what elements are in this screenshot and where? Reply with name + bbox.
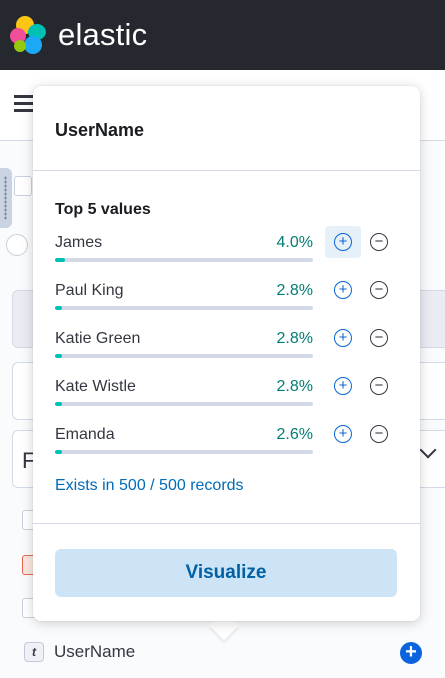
index-pattern-icon[interactable]: [14, 176, 32, 196]
value-row: Emanda 2.6% + −: [55, 425, 395, 466]
value-bar-fill: [55, 450, 62, 454]
value-name: Katie Green: [55, 330, 141, 347]
value-row: Paul King 2.8% + −: [55, 281, 395, 322]
exists-records-link[interactable]: Exists in 500 / 500 records: [55, 477, 244, 495]
elastic-logo-icon[interactable]: [10, 16, 48, 54]
filter-out-value-button[interactable]: −: [361, 226, 397, 258]
plus-circle-icon: +: [334, 329, 352, 347]
filter-icon[interactable]: [6, 234, 28, 256]
popover-title: UserName: [55, 120, 145, 140]
divider: [33, 170, 420, 171]
field-name: UserName: [54, 642, 136, 661]
value-percent: 4.0%: [276, 234, 313, 251]
header-bar: elastic: [0, 0, 445, 70]
field-details-popover: UserName Top 5 values James 4.0% + − Pau…: [33, 86, 420, 621]
filter-out-value-button[interactable]: −: [361, 274, 397, 306]
value-name: James: [55, 234, 103, 251]
divider: [33, 523, 420, 524]
field-list-item-username[interactable]: t UserName: [24, 641, 135, 663]
value-percent: 2.8%: [276, 282, 313, 299]
minus-circle-icon: −: [370, 329, 388, 347]
value-row: Katie Green 2.8% + −: [55, 329, 395, 370]
plus-circle-icon: +: [334, 377, 352, 395]
value-percent: 2.6%: [276, 426, 313, 443]
top-values-heading: Top 5 values: [55, 201, 151, 218]
value-bar: [55, 258, 313, 262]
value-bar-fill: [55, 354, 63, 358]
filter-out-value-button[interactable]: −: [361, 370, 397, 402]
menu-icon[interactable]: [14, 95, 34, 113]
filter-for-value-button[interactable]: +: [325, 226, 361, 258]
value-bar: [55, 354, 313, 358]
resize-handle[interactable]: [0, 168, 12, 228]
value-bar: [55, 402, 313, 406]
plus-circle-icon: +: [334, 425, 352, 443]
filter-for-value-button[interactable]: +: [325, 274, 361, 306]
filter-out-value-button[interactable]: −: [361, 322, 397, 354]
brand-name: elastic: [58, 17, 148, 52]
value-bar-fill: [55, 402, 63, 406]
plus-circle-icon: +: [334, 233, 352, 251]
value-row: Kate Wistle 2.8% + −: [55, 377, 395, 418]
value-bar-fill: [55, 306, 63, 310]
minus-circle-icon: −: [370, 281, 388, 299]
value-bar: [55, 306, 313, 310]
value-name: Kate Wistle: [55, 378, 136, 395]
plus-circle-icon: +: [334, 281, 352, 299]
minus-circle-icon: −: [370, 425, 388, 443]
value-bar: [55, 450, 313, 454]
filter-out-value-button[interactable]: −: [361, 418, 397, 450]
value-percent: 2.8%: [276, 330, 313, 347]
minus-circle-icon: −: [370, 377, 388, 395]
value-row: James 4.0% + −: [55, 226, 395, 274]
add-field-icon[interactable]: +: [400, 642, 422, 664]
filter-for-value-button[interactable]: +: [325, 370, 361, 402]
minus-circle-icon: −: [370, 233, 388, 251]
visualize-button[interactable]: Visualize: [55, 549, 397, 597]
filter-for-value-button[interactable]: +: [325, 418, 361, 450]
string-type-icon: t: [24, 642, 44, 662]
value-percent: 2.8%: [276, 378, 313, 395]
filter-for-value-button[interactable]: +: [325, 322, 361, 354]
value-name: Emanda: [55, 426, 115, 443]
value-name: Paul King: [55, 282, 124, 299]
value-bar-fill: [55, 258, 66, 262]
